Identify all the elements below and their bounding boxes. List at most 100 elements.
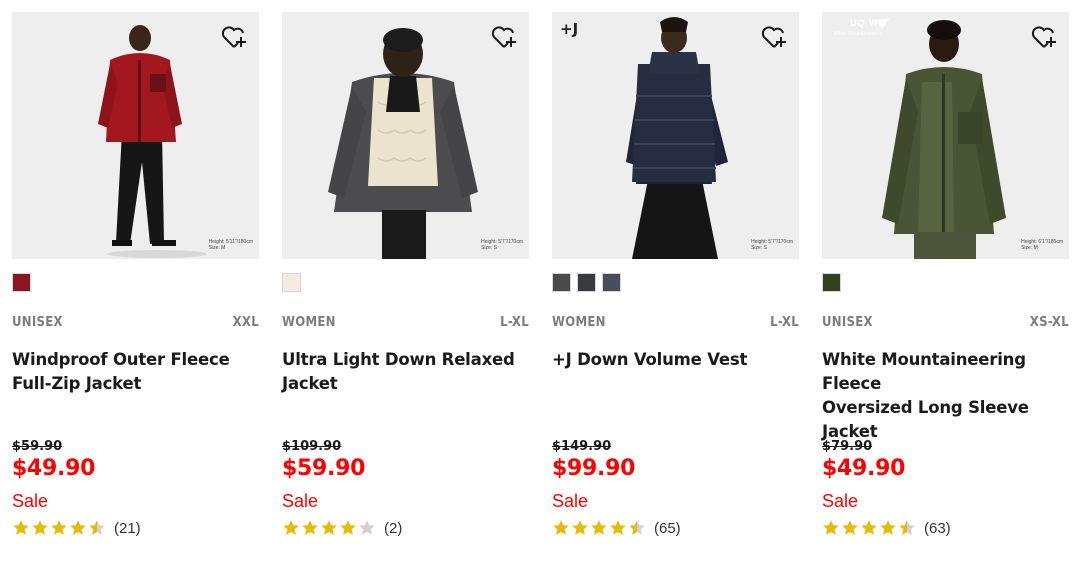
star-icon <box>880 520 896 535</box>
gender-label: WOMEN <box>282 315 336 330</box>
color-swatch[interactable] <box>577 273 596 292</box>
product-card[interactable]: Height: 5'11"/180cm Size: M UNISEX XXL W… <box>12 12 259 572</box>
model-size: Size: M <box>208 245 226 251</box>
product-meta: WOMEN L-XL <box>282 315 529 333</box>
star-icon <box>553 520 569 535</box>
star-icon <box>823 520 839 535</box>
size-range: L-XL <box>770 315 799 330</box>
review-count: (63) <box>924 519 951 537</box>
product-meta: UNISEX XXL <box>12 315 259 333</box>
size-range: XXL <box>232 315 259 330</box>
original-price: $109.90 <box>282 439 342 454</box>
rating[interactable]: (65) <box>552 517 681 539</box>
product-image[interactable]: UQ WM White Mountaineering Height: 6'1"/… <box>822 12 1069 259</box>
sale-price: $49.90 <box>822 456 906 481</box>
product-name-line: Jacket <box>282 374 338 393</box>
product-card[interactable]: UQ WM White Mountaineering Height: 6'1"/… <box>822 12 1069 572</box>
rating[interactable]: (21) <box>12 517 141 539</box>
star-icon <box>572 520 588 535</box>
product-name-line: Ultra Light Down Relaxed <box>282 350 515 369</box>
product-card[interactable]: +J Height: 5'7"/170cm Size: S WOMEN L-XL… <box>552 12 799 572</box>
rating[interactable]: (2) <box>282 517 402 539</box>
product-image[interactable]: Height: 5'7"/170cm Size: S <box>282 12 529 259</box>
gender-label: UNISEX <box>822 315 873 330</box>
product-name[interactable]: Ultra Light Down Relaxed Jacket <box>282 348 538 396</box>
star-icon <box>842 520 858 535</box>
product-image[interactable]: Height: 5'11"/180cm Size: M <box>12 12 259 259</box>
star-rating <box>552 519 646 537</box>
sale-label: Sale <box>822 491 859 511</box>
model-size: Size: M <box>1021 245 1038 251</box>
product-name[interactable]: White Mountaineering Fleece Oversized Lo… <box>822 348 1078 444</box>
brand-name: White Mountaineering <box>834 31 883 37</box>
sale-label: Sale <box>12 491 49 511</box>
color-swatch[interactable] <box>822 273 841 292</box>
heart-plus-icon[interactable] <box>219 22 249 52</box>
product-meta: UNISEX XS-XL <box>822 315 1069 333</box>
product-name[interactable]: Windproof Outer Fleece Full-Zip Jacket <box>12 348 268 396</box>
star-icon <box>283 520 299 535</box>
product-name-line: Windproof Outer Fleece <box>12 350 230 369</box>
star-rating <box>12 519 106 537</box>
model-info: Height: 5'7"/170cm Size: S <box>481 239 523 251</box>
star-icon <box>321 520 337 535</box>
model-info: Height: 5'11"/180cm Size: M <box>209 239 253 251</box>
model-size: Size: S <box>481 245 497 251</box>
product-name-line: Oversized Long Sleeve Jacket <box>822 398 1029 441</box>
star-rating <box>822 519 916 537</box>
heart-plus-icon[interactable] <box>489 22 519 52</box>
gender-label: WOMEN <box>552 315 606 330</box>
original-price: $79.90 <box>822 439 873 454</box>
product-name-line: White Mountaineering Fleece <box>822 350 1026 393</box>
product-image[interactable]: +J Height: 5'7"/170cm Size: S <box>552 12 799 259</box>
star-icon <box>32 520 48 535</box>
star-icon <box>13 520 29 535</box>
star-icon <box>610 520 626 535</box>
product-name-line: +J Down Volume Vest <box>552 350 748 369</box>
star-icon <box>51 520 67 535</box>
color-swatch[interactable] <box>282 273 301 292</box>
review-count: (21) <box>114 519 141 537</box>
review-count: (65) <box>654 519 681 537</box>
model-info: Height: 6'1"/185cm Size: M <box>1021 239 1063 251</box>
model-info: Height: 5'7"/170cm Size: S <box>751 239 793 251</box>
star-icon <box>359 520 375 535</box>
color-swatches <box>12 273 31 293</box>
color-swatches <box>282 273 301 293</box>
brand-badge: UQ WM White Mountaineering <box>830 18 894 46</box>
color-swatches <box>822 273 841 293</box>
product-card[interactable]: Height: 5'7"/170cm Size: S WOMEN L-XL Ul… <box>282 12 529 572</box>
size-range: XS-XL <box>1029 315 1069 330</box>
heart-plus-icon[interactable] <box>1029 22 1059 52</box>
sale-price: $59.90 <box>282 456 366 481</box>
star-icon <box>302 520 318 535</box>
brand-logo: UQ WM <box>850 18 887 28</box>
star-icon <box>861 520 877 535</box>
star-icon <box>70 520 86 535</box>
heart-plus-icon[interactable] <box>759 22 789 52</box>
color-swatch[interactable] <box>12 273 31 292</box>
model-size: Size: S <box>751 245 767 251</box>
star-icon <box>629 520 645 535</box>
review-count: (2) <box>384 519 403 537</box>
product-meta: WOMEN L-XL <box>552 315 799 333</box>
sale-price: $49.90 <box>12 456 96 481</box>
sale-price: $99.90 <box>552 456 636 481</box>
star-icon <box>899 520 915 535</box>
original-price: $149.90 <box>552 439 612 454</box>
plus-j-badge: +J <box>560 20 579 38</box>
product-name-line: Full-Zip Jacket <box>12 374 142 393</box>
star-icon <box>89 520 105 535</box>
sale-label: Sale <box>282 491 319 511</box>
star-icon <box>340 520 356 535</box>
gender-label: UNISEX <box>12 315 63 330</box>
color-swatches <box>552 273 621 293</box>
color-swatch[interactable] <box>552 273 571 292</box>
star-icon <box>591 520 607 535</box>
size-range: L-XL <box>500 315 529 330</box>
rating[interactable]: (63) <box>822 517 951 539</box>
color-swatch[interactable] <box>602 273 621 292</box>
sale-label: Sale <box>552 491 589 511</box>
star-rating <box>282 519 376 537</box>
product-name[interactable]: +J Down Volume Vest <box>552 348 808 372</box>
